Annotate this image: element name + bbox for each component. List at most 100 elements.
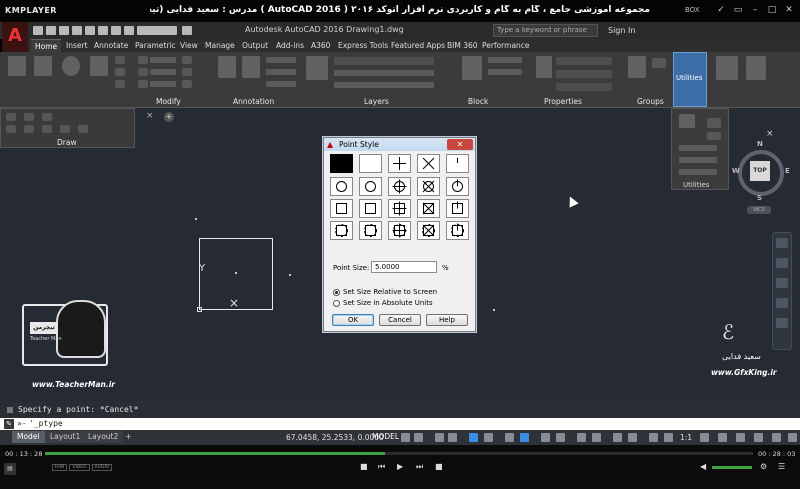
point-style-none[interactable] (359, 154, 382, 173)
close-icon[interactable]: × (766, 129, 774, 139)
help-button[interactable]: Help (426, 314, 468, 326)
clean-screen-icon[interactable] (772, 433, 781, 442)
compass-west[interactable]: W (732, 167, 740, 175)
play-icon[interactable]: ▶ (397, 462, 403, 471)
panel-groups-label[interactable]: Groups (637, 97, 664, 106)
drawing-point[interactable] (195, 218, 197, 220)
line-icon[interactable] (8, 56, 26, 76)
seek-progress[interactable] (45, 452, 385, 455)
tab-add-ins[interactable]: Add-ins (272, 39, 308, 52)
redo-icon[interactable] (111, 26, 121, 35)
point-style-square[interactable] (359, 199, 382, 218)
dialog-close-button[interactable]: ✕ (447, 139, 473, 150)
measure-icon[interactable] (679, 114, 695, 128)
isolate-objects-icon[interactable] (754, 433, 763, 442)
point-style-circle-square-dot[interactable] (330, 221, 353, 240)
pin-icon[interactable]: ✓ (716, 5, 726, 15)
workspace-dropdown[interactable] (137, 26, 177, 35)
volume-slider[interactable] (712, 466, 752, 469)
point-marker[interactable]: × (229, 296, 239, 310)
region-icon[interactable] (6, 125, 16, 133)
open-file-icon[interactable]: ■ (435, 462, 443, 471)
point-style-circle-plus[interactable] (388, 177, 411, 196)
panel-annotation-label[interactable]: Annotation (233, 97, 274, 106)
point-style-circle-square-x[interactable] (417, 221, 440, 240)
radio-relative[interactable] (333, 289, 340, 296)
point-style-square-x[interactable] (417, 199, 440, 218)
save-icon[interactable] (59, 26, 69, 35)
selection-cycling-icon[interactable] (577, 433, 586, 442)
point-style-circle[interactable] (359, 177, 382, 196)
gizmo-icon[interactable] (649, 433, 658, 442)
annotation-tool[interactable] (266, 57, 296, 63)
drawing-point[interactable] (289, 274, 291, 276)
panel-properties-label[interactable]: Properties (544, 97, 582, 106)
command-line[interactable] (0, 418, 800, 430)
mini-icon[interactable]: ▭ (733, 5, 743, 15)
customization-icon[interactable] (788, 433, 797, 442)
workspace-switch-icon[interactable] (700, 433, 709, 442)
command-input[interactable]: '_ptype (29, 419, 63, 428)
new-tab-icon[interactable]: + (164, 112, 174, 122)
linetype-dropdown[interactable] (556, 70, 612, 78)
tab-featured-apps[interactable]: Featured Apps (387, 39, 449, 52)
tab-manage[interactable]: Manage (201, 39, 239, 52)
wrench-icon[interactable]: ✎ (4, 419, 14, 429)
calculator-icon[interactable] (707, 118, 721, 128)
tab-performance[interactable]: Performance (478, 39, 534, 52)
model-space-button[interactable]: MODEL (372, 432, 399, 441)
cancel-button[interactable]: Cancel (379, 314, 421, 326)
point-style-square-tick[interactable] (446, 199, 469, 218)
zoom-icon[interactable] (776, 278, 788, 288)
command-prompt-icon[interactable]: »- (17, 419, 27, 428)
dynamic-input-icon[interactable] (435, 433, 444, 442)
point-style-circle-square-tick[interactable] (446, 221, 469, 240)
compass-east[interactable]: E (785, 167, 790, 175)
next-icon[interactable]: ⏭ (416, 462, 423, 472)
tab-parametric[interactable]: Parametric (131, 39, 180, 52)
orbit-icon[interactable] (776, 298, 788, 308)
hatch-icon[interactable] (6, 113, 16, 121)
tab-output[interactable]: Output (238, 39, 272, 52)
minimize-icon[interactable]: – (750, 5, 760, 15)
scale-icon[interactable] (182, 80, 192, 88)
draw-tool-icon[interactable] (115, 80, 125, 88)
plot-icon[interactable] (85, 26, 95, 35)
settings-icon[interactable]: ⚙ (760, 462, 767, 471)
point-style-circle-square[interactable] (359, 221, 382, 240)
point-style-circle-tick[interactable] (446, 177, 469, 196)
selection-filter-icon[interactable] (628, 433, 637, 442)
share-icon[interactable] (182, 26, 192, 35)
dimension-icon[interactable] (242, 56, 260, 78)
ok-button[interactable]: OK (332, 314, 374, 326)
insert-block-icon[interactable] (462, 56, 482, 80)
point-style-circle-dot[interactable] (330, 177, 353, 196)
tab-express-tools[interactable]: Express Tools (334, 39, 392, 52)
tab-a360[interactable]: A360 (307, 39, 334, 52)
tab-model[interactable]: Model (12, 431, 45, 443)
panel-block-label[interactable]: Block (468, 97, 488, 106)
playlist-icon[interactable]: ☰ (778, 462, 785, 471)
snap-icon[interactable] (414, 433, 423, 442)
point-style-tick[interactable] (446, 154, 469, 173)
wipeout-icon[interactable] (24, 125, 34, 133)
radio-absolute[interactable] (333, 300, 340, 307)
polar-icon[interactable] (469, 433, 478, 442)
file-tab-close-icon[interactable]: × (146, 111, 154, 121)
wcs-menu[interactable]: WCS (747, 206, 771, 214)
undo-icon[interactable] (98, 26, 108, 35)
trim-icon[interactable] (182, 56, 192, 64)
revcloud-icon[interactable] (42, 125, 52, 133)
acad-app-menu-button[interactable]: A (2, 22, 28, 52)
compass-south[interactable]: S (757, 194, 762, 202)
sign-in-button[interactable]: Sign In (608, 26, 635, 35)
group-icon[interactable] (628, 56, 646, 78)
dynamic-ucs-icon[interactable] (613, 433, 622, 442)
maximize-icon[interactable]: □ (767, 5, 777, 15)
point-style-square-plus[interactable] (388, 199, 411, 218)
player-box-button[interactable]: BOX (685, 6, 700, 14)
layer-tools[interactable] (334, 82, 434, 88)
gradient-icon[interactable] (24, 113, 34, 121)
polyline-icon[interactable] (34, 56, 52, 76)
point-style-circle-x[interactable] (417, 177, 440, 196)
